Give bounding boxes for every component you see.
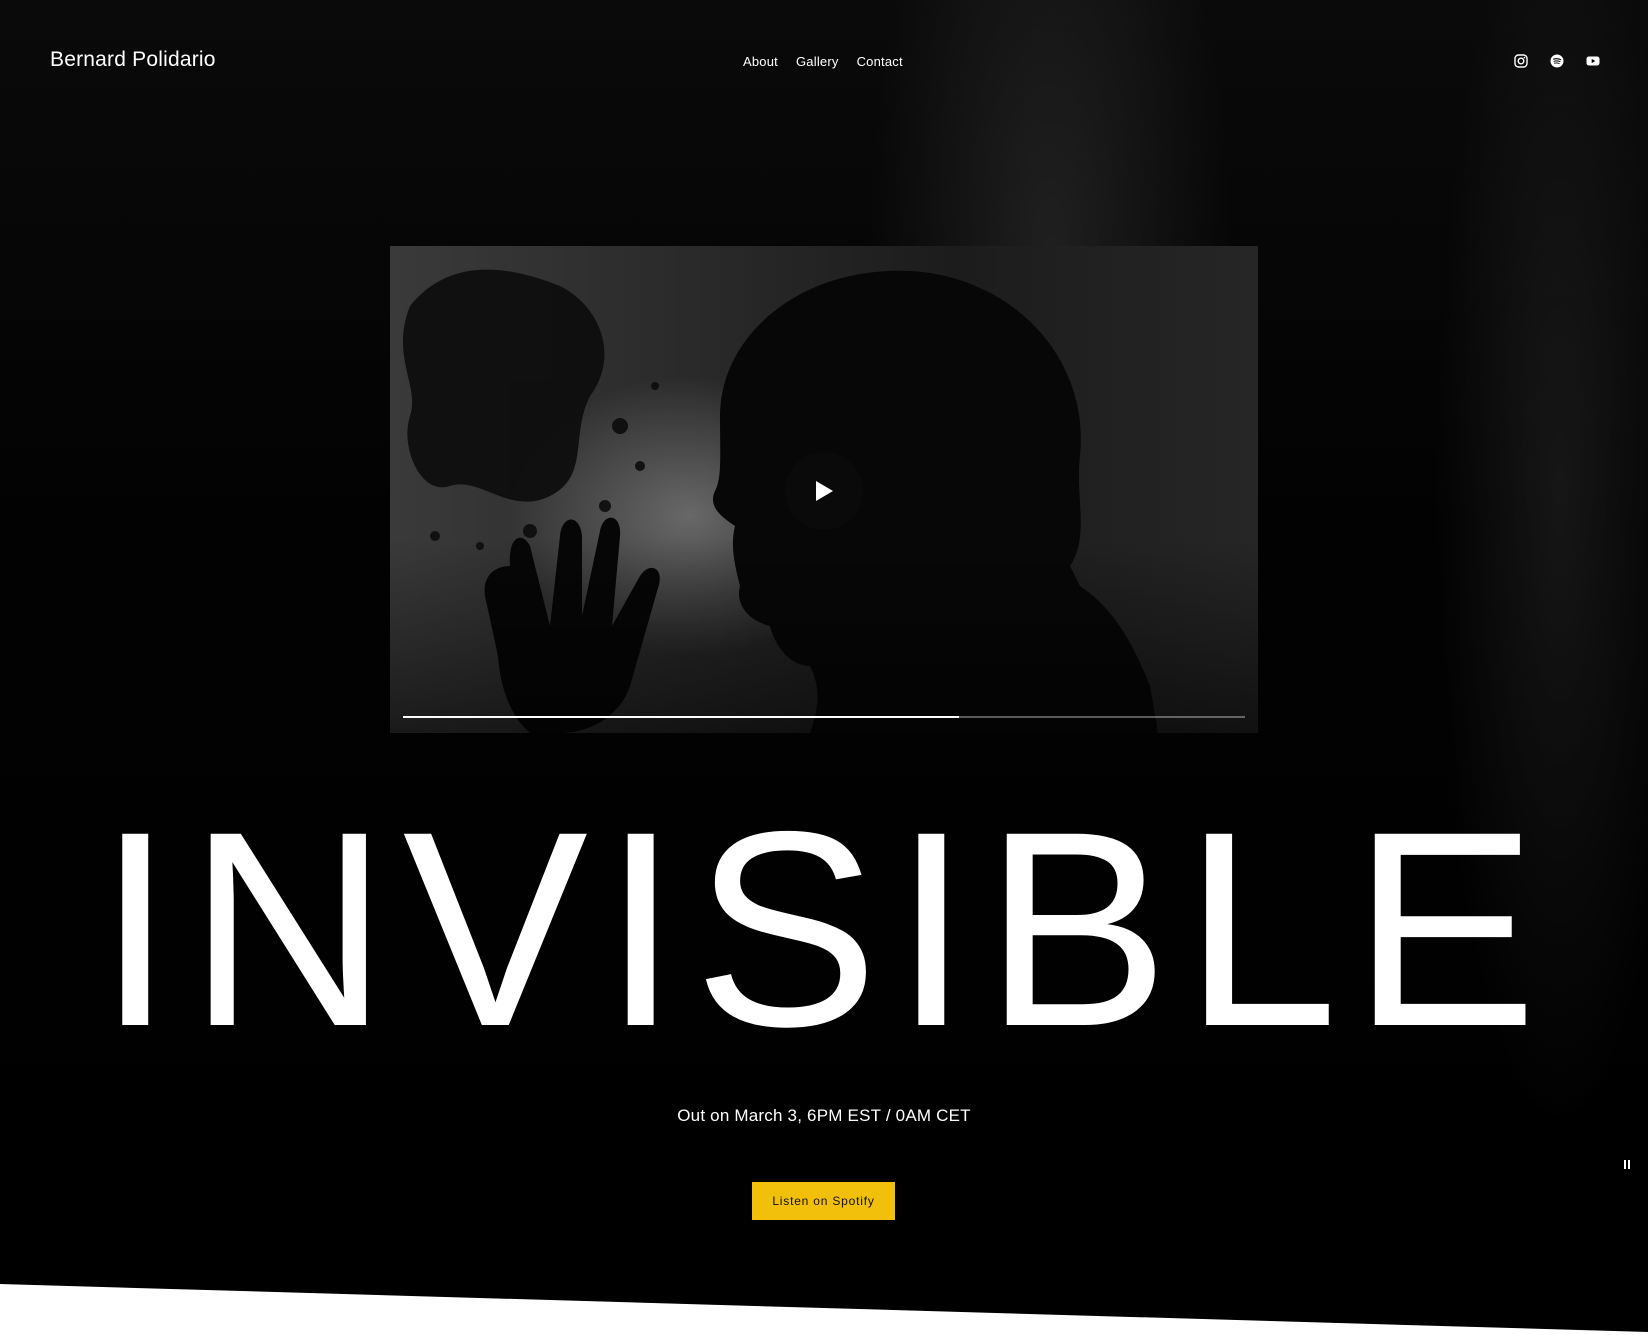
site-title[interactable]: Bernard Polidario [50,48,216,72]
social-links [1514,54,1600,68]
play-icon [816,481,833,501]
listen-on-spotify-button[interactable]: Listen on Spotify [752,1182,895,1220]
youtube-icon[interactable] [1586,54,1600,68]
site-header: Bernard Polidario About Gallery Contact [0,0,1648,130]
video-progress-bar[interactable] [403,716,1245,718]
instagram-icon[interactable] [1514,54,1528,68]
main-nav: About Gallery Contact [743,54,903,69]
play-button[interactable] [785,452,863,530]
release-date-text: Out on March 3, 6PM EST / 0AM CET [677,1106,971,1125]
pause-icon[interactable] [1624,1160,1634,1172]
nav-about[interactable]: About [743,54,778,69]
nav-contact[interactable]: Contact [857,54,903,69]
video-progress-fill [403,716,959,718]
section-divider [0,1284,1648,1335]
nav-gallery[interactable]: Gallery [796,54,839,69]
hero-headline: INVISIBLE [96,773,1552,1084]
spotify-icon[interactable] [1550,54,1564,68]
video-player[interactable] [390,246,1258,733]
